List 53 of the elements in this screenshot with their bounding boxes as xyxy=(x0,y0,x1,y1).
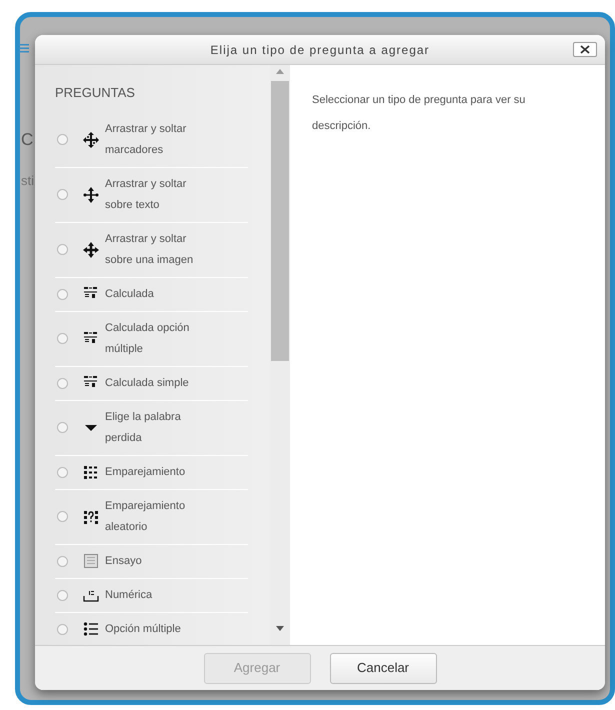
close-button[interactable] xyxy=(573,42,597,57)
question-type-label: Emparejamiento aleatorio xyxy=(105,498,186,534)
question-type-item[interactable]: Calculada xyxy=(55,278,248,312)
radio-button[interactable] xyxy=(57,244,68,255)
radio-button[interactable] xyxy=(57,422,68,433)
question-type-item[interactable]: Calculada opción múltiple xyxy=(55,312,248,366)
list-heading: PREGUNTAS xyxy=(55,84,136,102)
description-text: Seleccionar un tipo de pregunta para ver su descripción. xyxy=(312,93,526,134)
question-type-item[interactable]: Numérica xyxy=(55,578,248,612)
radio-button[interactable] xyxy=(57,378,68,388)
question-type-item[interactable]: Emparejamiento xyxy=(55,456,248,490)
question-type-item[interactable]: Calculada simple xyxy=(55,366,248,400)
tab-text: sti xyxy=(21,172,34,190)
menu-icon[interactable] xyxy=(19,43,29,53)
question-type-label: Emparejamiento xyxy=(105,464,186,480)
question-type-label: Arrastrar y soltar sobre una imagen xyxy=(105,232,194,268)
question-type-label: Arrastrar y soltar sobre texto xyxy=(105,176,188,212)
question-type-label: Ensayo xyxy=(105,554,143,568)
question-type-label: Calculada simple xyxy=(105,376,190,390)
radio-button[interactable] xyxy=(57,590,68,600)
close-icon xyxy=(580,45,590,54)
radio-button[interactable] xyxy=(57,333,68,344)
vertical-arrows-icon xyxy=(83,186,99,202)
question-type-label: Arrastrar y soltar marcadores xyxy=(105,122,188,158)
question-type-label: Numérica xyxy=(105,588,154,602)
scrollbar-thumb[interactable] xyxy=(271,81,289,361)
scrollbar[interactable] xyxy=(270,65,290,645)
radio-button[interactable] xyxy=(57,189,68,200)
question-type-label: Calculada xyxy=(105,286,155,302)
question-type-label: Calculada opción múltiple xyxy=(105,320,190,356)
document-icon xyxy=(83,553,99,569)
dialog-title: Elija un tipo de pregunta a agregar xyxy=(210,43,430,57)
radio-button[interactable] xyxy=(57,288,68,300)
cross-arrows-icon xyxy=(83,242,99,258)
radio-button[interactable] xyxy=(57,134,68,145)
radio-button[interactable] xyxy=(57,556,68,566)
radio-button[interactable] xyxy=(57,624,68,634)
move-arrows-icon xyxy=(83,132,99,148)
question-type-label: Opción múltiple xyxy=(105,622,182,636)
list-icon xyxy=(83,621,99,637)
question-type-item[interactable]: Arrastrar y soltar marcadores xyxy=(55,112,248,168)
question-type-label: Elige la palabra perdida xyxy=(105,410,182,446)
question-type-item[interactable]: Arrastrar y soltar sobre una imagen xyxy=(55,222,248,278)
cancel-button[interactable]: Cancelar xyxy=(330,652,436,684)
question-type-item[interactable]: Ensayo xyxy=(55,544,248,578)
radio-button[interactable] xyxy=(57,511,68,522)
question-type-item[interactable]: Arrastrar y soltar sobre texto xyxy=(55,168,248,222)
grid-icon xyxy=(83,464,99,480)
question-type-item[interactable]: Elige la palabra perdida xyxy=(55,400,248,456)
question-type-item[interactable]: Emparejamiento aleatorio xyxy=(55,490,248,544)
heading-text: C xyxy=(21,129,34,151)
question-grid-icon xyxy=(83,508,99,524)
radio-button[interactable] xyxy=(57,466,68,478)
